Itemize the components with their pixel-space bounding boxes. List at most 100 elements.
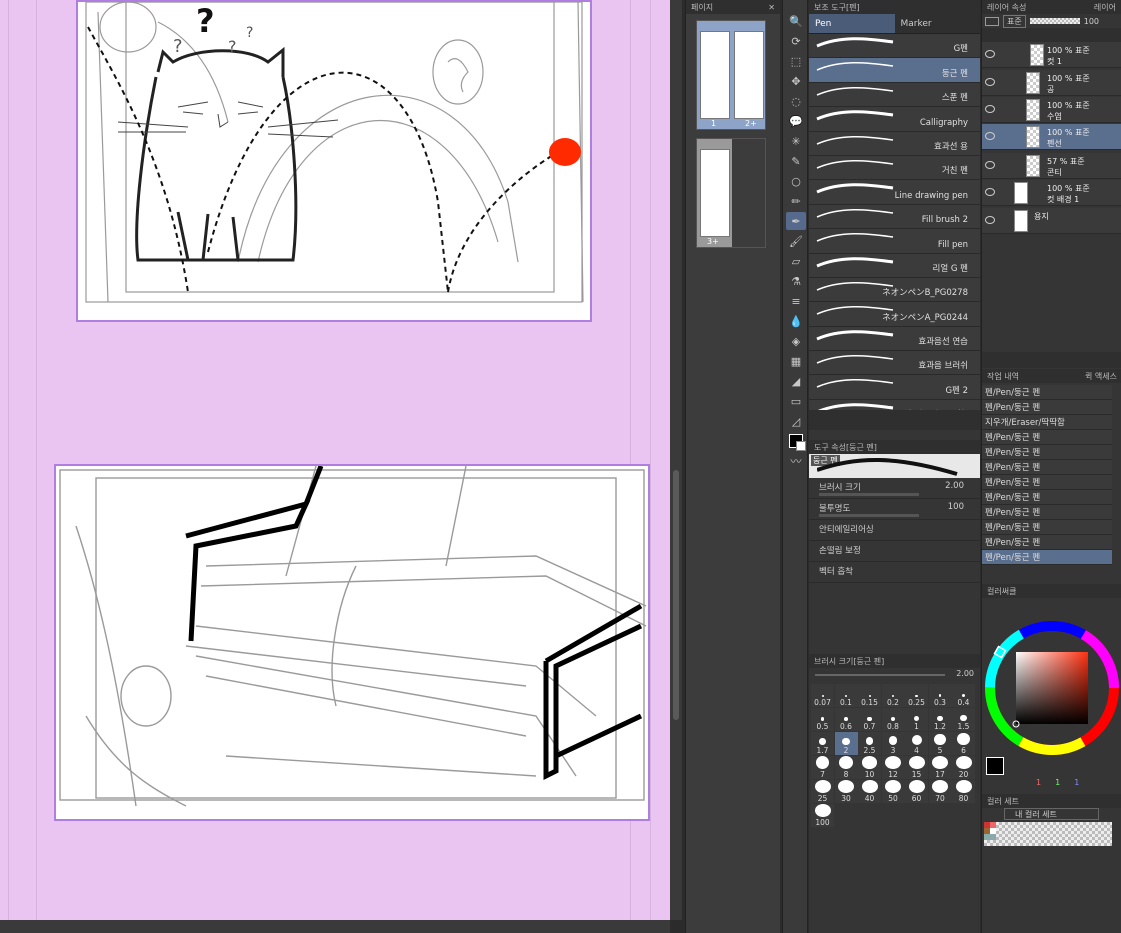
brush-item[interactable]: ネオンペンB_PG0278 <box>809 277 980 303</box>
pen-icon[interactable]: ✒ <box>786 212 806 230</box>
move-icon[interactable]: ✥ <box>786 72 806 90</box>
gradient-icon[interactable]: ▦ <box>786 352 806 370</box>
brush-size-cell[interactable]: 25 <box>811 780 834 803</box>
brush-item[interactable]: Fill pen <box>809 229 980 254</box>
brush-size-cell[interactable]: 3 <box>881 732 905 755</box>
brush-item[interactable]: 거친 펜 <box>809 155 980 181</box>
tool-property-row[interactable]: 벡터 흡착 <box>809 562 980 583</box>
brush-size-cell[interactable]: 30 <box>834 780 858 803</box>
brush-size-cell[interactable]: 6 <box>952 732 975 755</box>
tab-marker[interactable]: Marker <box>894 14 980 33</box>
brush-size-cell[interactable]: 0.07 <box>811 684 834 707</box>
brush-size-cell[interactable]: 2 <box>834 732 858 755</box>
eye-icon[interactable] <box>985 188 995 196</box>
color-set-select[interactable]: 내 컬러 세트 <box>1004 808 1099 820</box>
brush-size-cell[interactable]: 2.5 <box>858 732 881 755</box>
brush-size-cell[interactable]: 0.8 <box>881 708 905 731</box>
brush-size-cell[interactable]: 1.7 <box>811 732 834 755</box>
layer-row[interactable]: 100 % 표준 컷 1 <box>982 42 1121 68</box>
brush-size-cell[interactable]: 0.5 <box>811 708 834 731</box>
main-color-swatch[interactable] <box>986 757 1004 775</box>
brush-size-cell[interactable]: 1.5 <box>952 708 975 731</box>
canvas-horizontal-scrollbar[interactable] <box>0 920 670 933</box>
close-icon[interactable]: ✕ <box>768 3 775 12</box>
history-item[interactable]: 펜/Pen/둥근 펜 <box>982 475 1112 490</box>
eye-icon[interactable] <box>985 50 995 58</box>
rotate-icon[interactable]: ⟳ <box>786 32 806 50</box>
speech-balloon-icon[interactable]: 💬 <box>786 112 806 130</box>
tool-property-row[interactable]: 불투명도 100 <box>809 499 980 520</box>
layer-row[interactable]: 100 % 표준 수염 <box>982 97 1121 123</box>
brush-size-cell[interactable]: 20 <box>952 756 975 779</box>
brush-size-cell[interactable]: 8 <box>834 756 858 779</box>
property-slider[interactable] <box>819 514 919 517</box>
pencil-icon[interactable]: ✏ <box>786 192 806 210</box>
history-item[interactable]: 펜/Pen/둥근 펜 <box>982 445 1112 460</box>
layer-row[interactable]: 100 % 표준 컷 배경 1 <box>982 180 1121 206</box>
brush-item[interactable]: 스푼 펜 <box>809 82 980 108</box>
brush-item[interactable]: 효과음 브러쉬 <box>809 351 980 376</box>
brush-icon[interactable]: 🖌 <box>786 232 806 250</box>
layer-row[interactable]: 100 % 표준 공 <box>982 70 1121 96</box>
history-item[interactable]: 펜/Pen/둥근 펜 <box>982 520 1112 535</box>
frame-icon[interactable]: ▭ <box>786 392 806 410</box>
select-icon[interactable]: ⬚ <box>786 52 806 70</box>
brush-size-cell[interactable]: 50 <box>881 780 905 803</box>
eye-icon[interactable] <box>985 161 995 169</box>
brush-size-cell[interactable]: 15 <box>905 756 928 779</box>
brush-item[interactable]: Line drawing pen <box>809 180 980 205</box>
magic-wand-icon[interactable]: ✳ <box>786 132 806 150</box>
airbrush-icon[interactable]: ⚗ <box>786 272 806 290</box>
layer-row[interactable]: 100 % 표준 펜선 <box>982 124 1121 150</box>
brush-size-cell[interactable]: 0.25 <box>905 684 928 707</box>
history-item[interactable]: 펜/Pen/둥근 펜 <box>982 490 1112 505</box>
comic-panel-cat[interactable]: ? ? ? ? <box>76 0 592 322</box>
history-item[interactable]: 펜/Pen/둥근 펜 <box>982 400 1112 415</box>
brush-size-cell[interactable]: 5 <box>928 732 952 755</box>
brush-size-cell[interactable]: 17 <box>928 756 952 779</box>
curve-icon[interactable]: ◢ <box>786 372 806 390</box>
brush-size-cell[interactable]: 100 <box>811 804 834 827</box>
brush-size-slider[interactable]: 2.00 <box>809 668 980 682</box>
blend-icon[interactable]: 💧 <box>786 312 806 330</box>
tool-property-row[interactable]: 브러시 크기 2.00 <box>809 478 980 499</box>
brush-item[interactable]: ネオンペンA_PG0244 <box>809 302 980 327</box>
brush-size-cell[interactable]: 40 <box>858 780 881 803</box>
property-slider[interactable] <box>819 493 919 496</box>
circle-icon[interactable]: ○ <box>786 172 806 190</box>
lines-icon[interactable]: ≡ <box>786 292 806 310</box>
layer-row[interactable]: 용지 <box>982 208 1121 234</box>
brush-size-cell[interactable]: 1.2 <box>928 708 952 731</box>
wave-icon[interactable]: 〰 <box>786 452 806 470</box>
tab-quick-access[interactable]: 퀵 액세스 <box>1085 371 1117 382</box>
brush-item[interactable]: 효과음선 연습 <box>809 326 980 352</box>
brush-size-cell[interactable]: 0.2 <box>881 684 905 707</box>
opacity-slider[interactable] <box>1029 18 1080 24</box>
layer-color-icon[interactable] <box>985 16 999 26</box>
brush-size-cell[interactable]: 0.7 <box>858 708 881 731</box>
canvas-area[interactable]: ? ? ? ? <box>0 0 670 920</box>
eraser-icon[interactable]: ▱ <box>786 252 806 270</box>
brush-size-cell[interactable]: 12 <box>881 756 905 779</box>
zoom-icon[interactable]: 🔍 <box>786 12 806 30</box>
brush-size-cell[interactable]: 10 <box>858 756 881 779</box>
brush-item[interactable]: Calligraphy <box>809 107 980 132</box>
brush-item[interactable]: G펜 <box>809 34 980 59</box>
history-item[interactable]: 펜/Pen/둥근 펜 <box>982 460 1112 475</box>
history-item[interactable]: 지우개/Eraser/딱딱함 <box>982 415 1112 430</box>
brush-size-cell[interactable]: 0.6 <box>834 708 858 731</box>
eye-icon[interactable] <box>985 78 995 86</box>
page-spread-2[interactable]: 3+ <box>696 138 766 248</box>
brush-size-cell[interactable]: 7 <box>811 756 834 779</box>
brush-size-cell[interactable]: 0.3 <box>928 684 952 707</box>
tab-pen[interactable]: Pen <box>809 14 895 33</box>
brush-item[interactable]: 리얼 G 펜 <box>809 253 980 278</box>
eye-icon[interactable] <box>985 216 995 224</box>
history-item[interactable]: 펜/Pen/둥근 펜 <box>982 505 1112 520</box>
canvas-vertical-scrollbar[interactable] <box>670 0 682 920</box>
history-item[interactable]: 펜/Pen/둥근 펜 <box>982 550 1112 565</box>
tool-property-row[interactable]: 손떨림 보정 <box>809 541 980 562</box>
ruler-icon[interactable]: ◿ <box>786 412 806 430</box>
eye-icon[interactable] <box>985 132 995 140</box>
color-set-swatches[interactable] <box>984 822 1112 846</box>
